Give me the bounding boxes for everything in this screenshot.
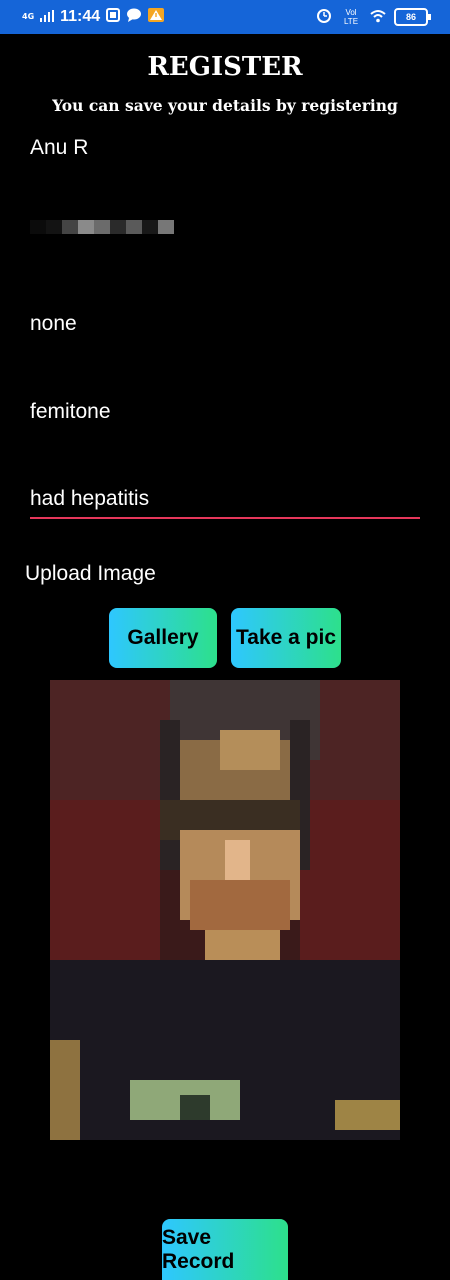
upload-image-label: Upload Image <box>25 562 156 585</box>
battery-indicator: 86 <box>394 8 431 26</box>
history-field[interactable]: had hepatitis <box>30 487 420 519</box>
network-label: 4G <box>22 12 35 21</box>
chat-icon <box>126 7 142 26</box>
status-bar: 4G 11:44 Vol LTE 86 <box>0 0 450 34</box>
wifi-icon <box>370 8 386 27</box>
redacted-phone-field[interactable] <box>30 220 174 234</box>
clock: 11:44 <box>60 7 101 25</box>
alarm-icon <box>316 7 332 27</box>
profile-photo <box>50 680 400 1140</box>
medication-field[interactable]: femitone <box>30 400 420 440</box>
page-title: REGISTER <box>147 52 303 82</box>
warning-icon <box>148 7 165 26</box>
page-subtitle: You can save your details by registering <box>52 96 398 115</box>
name-field[interactable]: Anu R <box>30 136 420 176</box>
allergies-field[interactable]: none <box>30 312 420 352</box>
gallery-button[interactable]: Gallery <box>109 608 217 668</box>
save-record-button[interactable]: Save Record <box>162 1219 288 1280</box>
screenshot-icon <box>106 7 121 26</box>
signal-icon <box>40 7 55 26</box>
volte-label: Vol LTE <box>343 8 359 26</box>
take-pic-button[interactable]: Take a pic <box>231 608 341 668</box>
